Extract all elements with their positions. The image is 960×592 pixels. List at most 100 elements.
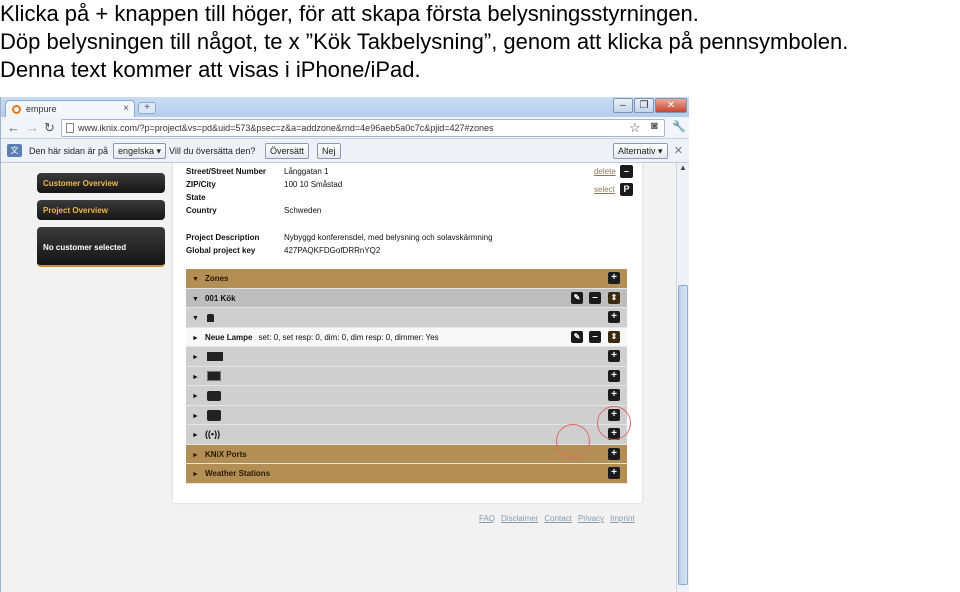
tab-close-icon[interactable]: ×: [123, 103, 129, 114]
zone-row-kok[interactable]: ▼ 001 Kök ✎ – ⇕: [186, 288, 627, 308]
nav-project-overview[interactable]: Project Overview: [37, 200, 165, 220]
scroll-up-icon[interactable]: ▲: [677, 163, 689, 175]
socket-category-row[interactable]: ► +: [186, 405, 627, 425]
browser-toolbar: ← → ↻ www.iknix.com/?p=project&vs=pd&uid…: [1, 117, 689, 139]
page-viewport: Customer Overview Project Overview No cu…: [1, 163, 677, 592]
lighting-category-row[interactable]: ▼ +: [186, 308, 627, 328]
delete-link[interactable]: delete: [594, 167, 616, 176]
select-icon[interactable]: P: [620, 183, 633, 196]
expand-arrow-icon: ►: [192, 471, 199, 478]
blinds-category-row[interactable]: ► +: [186, 347, 627, 367]
street-label: Street/Street Number: [186, 167, 267, 176]
translate-prompt: Den här sidan är på: [29, 146, 109, 156]
weather-stations-row[interactable]: ► Weather Stations +: [186, 464, 627, 484]
select-link[interactable]: select: [594, 185, 615, 194]
zip-label: ZIP/City: [186, 180, 216, 189]
reload-icon[interactable]: ↻: [44, 120, 55, 136]
translate-button[interactable]: Översätt: [265, 143, 310, 159]
favicon-icon: [12, 105, 21, 114]
expand-arrow-icon: ►: [192, 373, 199, 381]
new-tab-button[interactable]: +: [138, 102, 156, 114]
bookmark-star-icon[interactable]: ☆: [629, 120, 641, 136]
country-value: Schweden: [284, 206, 322, 215]
highlight-circle-add: [597, 406, 631, 440]
edit-pencil-icon[interactable]: ✎: [571, 330, 583, 343]
highlight-circle-edit: [556, 424, 590, 458]
move-icon[interactable]: ⇕: [608, 330, 620, 343]
address-url: www.iknix.com/?p=project&vs=pd&uid=573&p…: [78, 123, 494, 133]
privacy-link[interactable]: Privacy: [578, 514, 604, 523]
move-icon[interactable]: ⇕: [608, 291, 620, 304]
zones-header: Zones: [204, 274, 229, 283]
add-lighting-button[interactable]: +: [608, 311, 620, 323]
add-shutter-button[interactable]: +: [608, 369, 620, 382]
browser-window: empure × + – ❐ ✕ ← → ↻ www.iknix.com/?p=…: [0, 97, 689, 592]
translate-icon: 文: [7, 144, 22, 157]
collapse-arrow-icon: ▼: [192, 295, 199, 303]
shutter-icon: [206, 371, 221, 382]
remove-lamp-button[interactable]: –: [589, 330, 601, 343]
vertical-scrollbar[interactable]: ▲: [676, 163, 689, 592]
page-footer: FAQ Disclaimer Contact Privacy Imprint: [479, 514, 635, 523]
remove-zone-button[interactable]: –: [589, 291, 601, 304]
add-blinds-button[interactable]: +: [608, 350, 620, 362]
lamp-group-icon: [206, 390, 221, 401]
faq-link[interactable]: FAQ: [479, 514, 495, 523]
nav-customer-overview[interactable]: Customer Overview: [37, 173, 165, 193]
zip-value: 100 10 Småstad: [284, 180, 343, 189]
title-bar: empure × + – ❐ ✕: [1, 97, 689, 117]
address-bar[interactable]: www.iknix.com/?p=project&vs=pd&uid=573&p…: [61, 119, 665, 137]
expand-arrow-icon: ►: [192, 432, 199, 439]
edit-pencil-icon[interactable]: ✎: [571, 291, 583, 304]
add-weather-station-button[interactable]: +: [608, 467, 620, 479]
expand-arrow-icon: ►: [192, 334, 199, 342]
lamp-meta: set: 0, set resp: 0, dim: 0, dim resp: 0…: [258, 332, 439, 342]
project-key-label: Global project key: [186, 246, 256, 255]
lamp-name: Neue Lampe: [204, 332, 253, 342]
add-port-button[interactable]: +: [608, 447, 620, 460]
translate-bar: 文 Den här sidan är på engelska ▾ Vill du…: [1, 139, 689, 163]
contact-link[interactable]: Contact: [544, 514, 572, 523]
add-scene-button[interactable]: +: [608, 389, 620, 401]
minimize-button[interactable]: –: [613, 98, 633, 113]
expand-arrow-icon: ►: [192, 354, 199, 361]
wrench-icon[interactable]: 🔧: [672, 120, 686, 133]
maximize-button[interactable]: ❐: [634, 98, 654, 113]
options-button[interactable]: Alternativ ▾: [613, 143, 668, 159]
close-translate-icon[interactable]: ✕: [674, 144, 683, 157]
window-controls: – ❐ ✕: [613, 98, 687, 113]
delete-icon[interactable]: –: [620, 165, 633, 178]
lamp-row[interactable]: ► Neue Lampe set: 0, set resp: 0, dim: 0, …: [186, 327, 627, 347]
back-arrow-icon[interactable]: ←: [7, 120, 20, 135]
tab-title: empure: [26, 104, 57, 114]
blinds-icon: [206, 352, 223, 362]
no-customer-label: No customer selected: [37, 227, 165, 267]
close-window-button[interactable]: ✕: [655, 98, 687, 113]
state-label: State: [186, 193, 206, 202]
scene-category-row[interactable]: ► +: [186, 386, 627, 406]
forward-arrow-icon[interactable]: →: [26, 120, 39, 135]
scrollbar-thumb[interactable]: [678, 285, 688, 585]
country-label: Country: [186, 206, 217, 215]
knix-ports-label: KNiX Ports: [204, 449, 247, 459]
expand-arrow-icon: ►: [192, 451, 199, 459]
page-menu-icon[interactable]: ◙: [651, 120, 658, 132]
collapse-arrow-icon: ▼: [192, 276, 199, 283]
imprint-link[interactable]: Imprint: [610, 514, 634, 523]
add-zone-button[interactable]: +: [608, 272, 620, 284]
browser-tab[interactable]: empure ×: [5, 100, 135, 117]
device-icon: [206, 409, 221, 421]
street-value: Långgatan 1: [284, 167, 329, 176]
no-button[interactable]: Nej: [317, 143, 341, 159]
language-select[interactable]: engelska ▾: [113, 143, 167, 159]
description-label: Project Description: [186, 233, 260, 242]
lamp-icon: [206, 313, 214, 322]
wireless-icon: ((•)): [204, 429, 221, 439]
project-key-value: 427PAQKFDGofDRRnYQ2: [284, 246, 381, 255]
page-icon: [66, 123, 74, 133]
collapse-arrow-icon: ▼: [192, 315, 199, 322]
disclaimer-link[interactable]: Disclaimer: [501, 514, 538, 523]
zones-header-row[interactable]: ▼ Zones +: [186, 269, 627, 289]
shutter-category-row[interactable]: ► +: [186, 366, 627, 386]
caption-line-1: Klicka på + knappen till höger, för att …: [0, 1, 699, 26]
